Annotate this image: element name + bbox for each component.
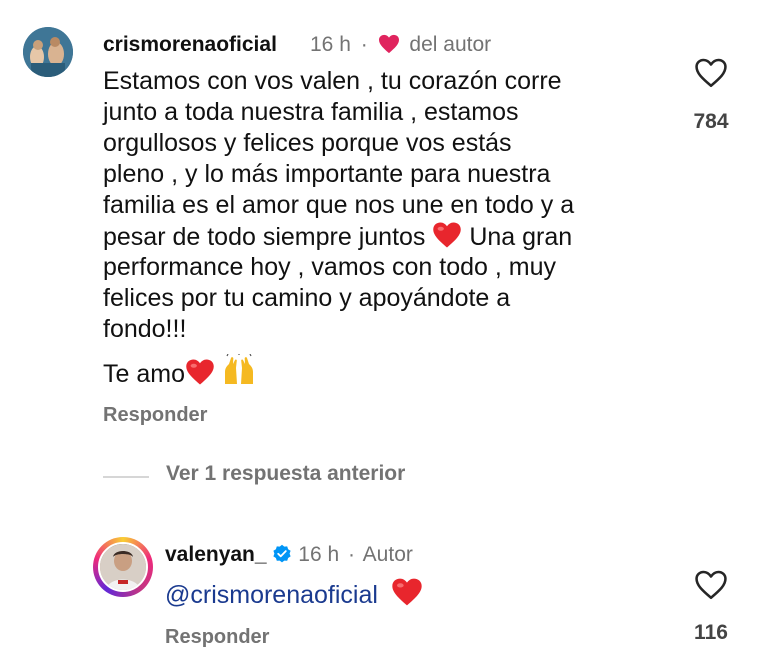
red-heart-emoji-icon <box>186 359 214 385</box>
raising-hands-emoji-icon <box>224 354 253 384</box>
verified-badge-icon <box>273 544 292 563</box>
mention-link[interactable]: @crismorenaoficial <box>165 581 378 609</box>
comment-line: pleno , y lo más importante para nuestra <box>103 160 551 188</box>
reply-button[interactable]: Responder <box>165 626 269 649</box>
comment-time: 16 h <box>310 33 351 56</box>
comment-line: fondo!!! <box>103 315 187 343</box>
comment-username[interactable]: crismorenaoficial <box>103 33 277 57</box>
comment-time: 16 h <box>298 543 340 566</box>
comment-meta: 16 h · del autor <box>310 33 491 57</box>
like-count: 116 <box>694 621 728 644</box>
meta-separator: · <box>347 543 355 566</box>
avatar-crismorenaoficial[interactable] <box>23 27 73 77</box>
comment-paragraph-2: Te amo <box>103 354 256 390</box>
view-previous-replies-button[interactable]: Ver 1 respuesta anterior <box>166 462 405 486</box>
comment-te-amo: Te amo <box>103 360 185 388</box>
avatar-photo <box>100 544 146 590</box>
comment-username[interactable]: valenyan_ <box>165 543 267 566</box>
reply-button[interactable]: Responder <box>103 404 207 427</box>
like-count: 784 <box>693 110 729 133</box>
comment-line: pesar de todo siempre juntos <box>103 223 426 251</box>
reply-body: @crismorenaoficial <box>165 577 423 611</box>
avatar-photo <box>23 27 73 77</box>
red-heart-emoji-icon <box>392 578 422 606</box>
author-label: del autor <box>409 33 492 56</box>
thread-divider <box>103 476 149 478</box>
comment-line: familia es el amor que nos une en todo y… <box>103 191 575 219</box>
comment-line-with-emoji: pesar de todo siempre juntos Una gran <box>103 221 572 253</box>
heart-outline-icon[interactable] <box>694 569 728 601</box>
comment-line: junto a toda nuestra familia , estamos <box>103 98 519 126</box>
comment-line: Una gran <box>469 223 573 251</box>
comment-header: valenyan_ 16 h · Autor <box>165 543 413 567</box>
author-liked-heart-icon <box>378 34 399 54</box>
comment-line: performance hoy , vamos con todo , muy <box>103 253 556 281</box>
comment-line: orgullosos y felices porque vos estás <box>103 129 512 157</box>
author-label: Autor <box>362 543 413 566</box>
comment-line: Estamos con vos valen , tu corazón corre <box>103 67 562 95</box>
red-heart-emoji-icon <box>433 222 462 248</box>
meta-separator: · <box>360 33 368 56</box>
avatar-valenyan[interactable] <box>98 542 148 592</box>
heart-outline-icon[interactable] <box>694 57 728 89</box>
comment-line: felices por tu camino y apoyándote a <box>103 284 511 312</box>
